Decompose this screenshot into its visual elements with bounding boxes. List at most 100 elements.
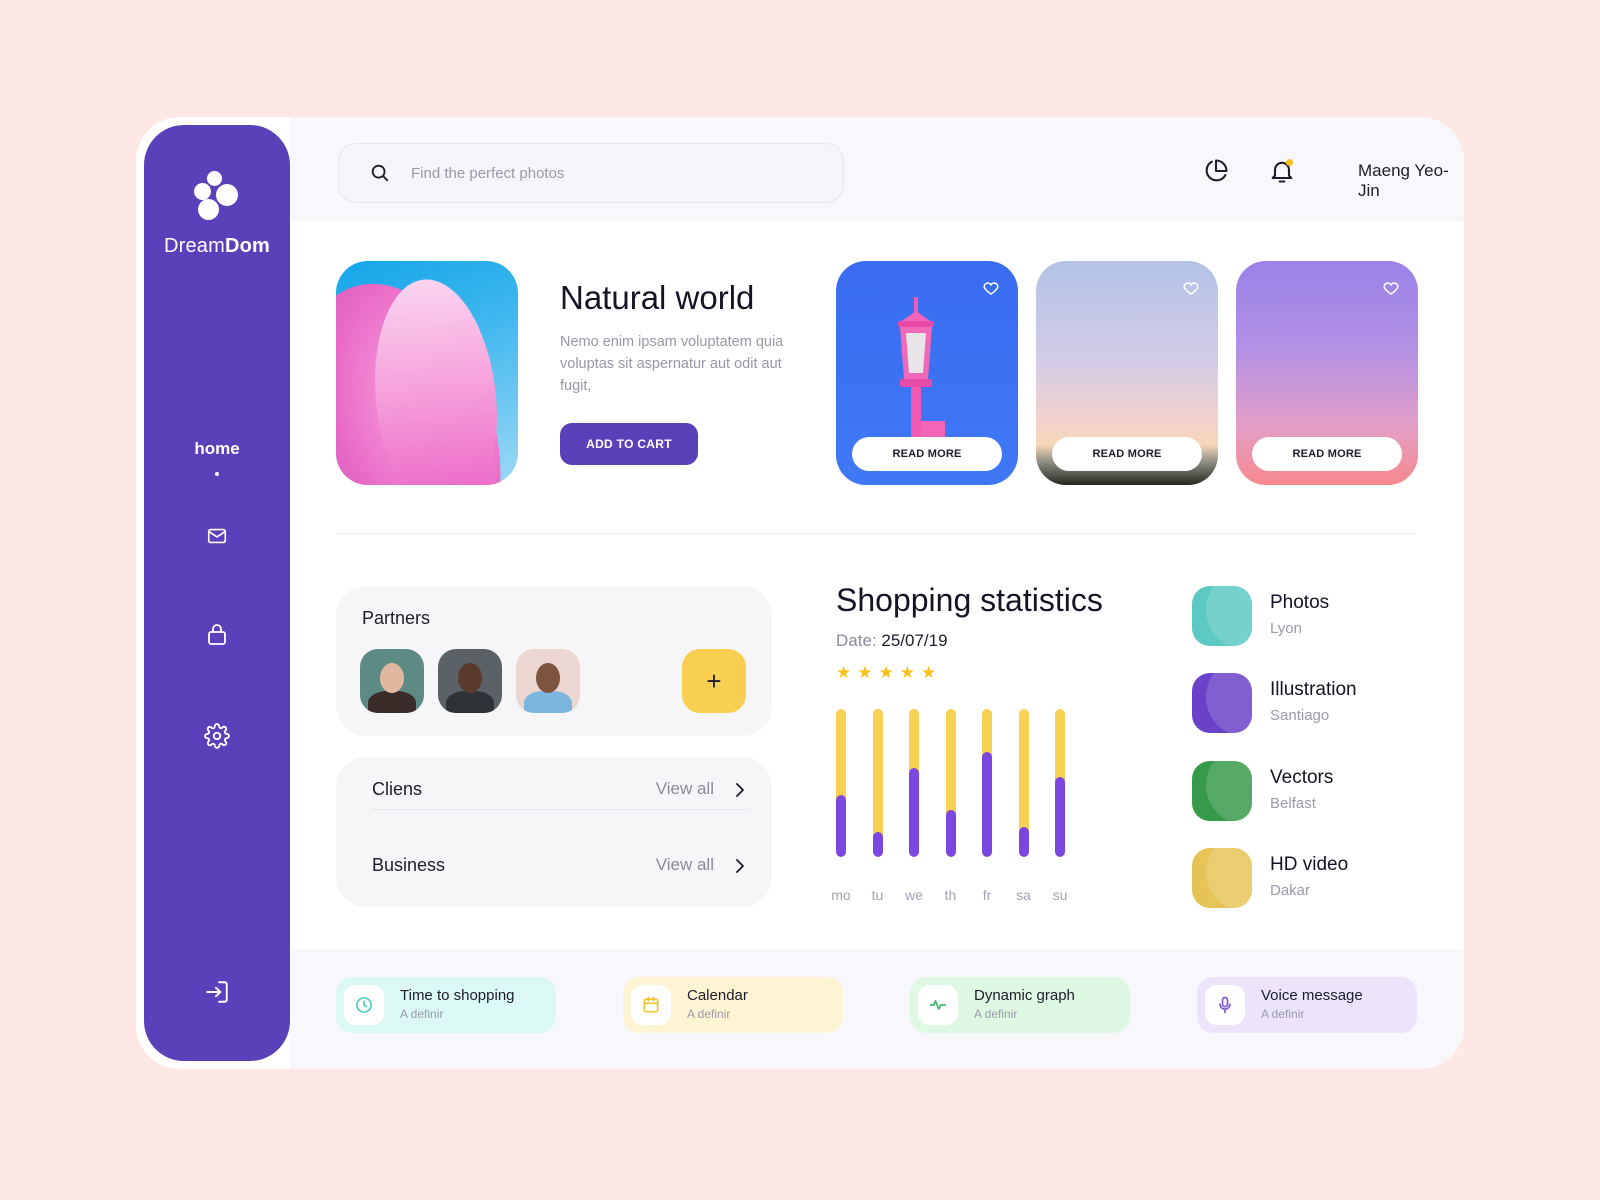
read-more-button[interactable]: READ MORE [852,437,1002,471]
category-title: Photos [1270,592,1330,613]
activity-icon [918,985,958,1025]
read-more-button[interactable]: READ MORE [1252,437,1402,471]
heart-icon[interactable] [982,279,1000,302]
bell-icon[interactable] [1268,157,1298,187]
notification-dot [1286,159,1293,166]
chart-day-label: sa [1016,887,1031,903]
category-subtitle: Belfast [1270,795,1316,812]
brand-logo-icon [194,171,244,221]
settings-icon[interactable] [202,721,232,751]
chart-bar-sa [1018,709,1029,857]
link-row-business[interactable]: Business View all [372,851,748,881]
category-title: HD video [1270,854,1349,875]
chart-day-label: we [905,887,923,903]
partners-panel: Partners + [336,586,772,736]
chart-day-label: su [1052,887,1068,903]
rating-stars: ★★★★★ [836,663,943,682]
chart-day-label: fr [982,887,992,903]
view-all-link[interactable]: View all [656,779,714,799]
chevron-right-icon[interactable] [732,857,748,880]
heart-icon[interactable] [1382,279,1400,302]
photo-card[interactable]: READ MORE [836,261,1018,485]
stats-date: Date: 25/07/19 [836,631,948,651]
chart-bar-we [909,709,919,857]
category-subtitle: Santiago [1270,707,1330,724]
category-swatch [1192,761,1252,821]
category-subtitle: Lyon [1270,620,1302,637]
chart-bar-fill [1018,827,1029,857]
active-indicator [215,472,219,476]
category-hd-video[interactable]: HD video Dakar [1192,848,1392,910]
chip-subtitle: A definir [1261,1007,1305,1021]
chip-dynamic-graph[interactable]: Dynamic graph A definir [910,977,1130,1033]
plus-icon: + [706,666,722,696]
chip-subtitle: A definir [687,1007,731,1021]
category-swatch [1192,673,1252,733]
chart-bar-fill [836,795,846,857]
category-vectors[interactable]: Vectors Belfast [1192,761,1392,823]
chart-bar-fill [982,752,992,857]
partner-avatar[interactable] [360,649,424,713]
category-photos[interactable]: Photos Lyon [1192,586,1392,648]
add-to-cart-button[interactable]: ADD TO CART [560,423,698,465]
partner-avatar[interactable] [438,649,502,713]
brand-name-bold: Dom [224,235,271,257]
feature-title: Natural world [560,279,755,316]
add-partner-button[interactable]: + [682,649,746,713]
link-label: Business [372,855,446,875]
chart-bar-mo [836,709,846,857]
chart-day-label: th [944,887,957,903]
chart-bar-fr [982,709,992,857]
chart-day-label: mo [831,887,851,903]
category-illustration[interactable]: Illustration Santiago [1192,673,1392,735]
calendar-icon [631,985,671,1025]
chip-title: Dynamic graph [974,987,1075,1004]
pie-chart-icon[interactable] [1202,157,1232,187]
chart-bar-fill [909,768,919,857]
view-all-link[interactable]: View all [656,855,714,875]
heart-icon[interactable] [1182,279,1200,302]
links-panel: Cliens View all Business View all [336,757,772,907]
links-divider [372,809,750,810]
feature-image[interactable] [336,261,518,485]
link-row-clients[interactable]: Cliens View all [372,775,748,805]
chart-bar-tu [872,709,883,857]
read-more-button[interactable]: READ MORE [1052,437,1202,471]
chip-title: Voice message [1261,987,1363,1004]
clock-icon [344,985,384,1025]
chip-title: Time to shopping [400,987,515,1004]
link-label: Cliens [372,779,423,799]
search-icon [369,162,391,189]
chart-bar-th [945,709,956,857]
search-input[interactable] [411,160,811,186]
logout-icon[interactable] [202,977,232,1007]
sidebar-item-home[interactable]: home [144,439,290,459]
user-name[interactable]: Maeng Yeo-Jin [1358,161,1464,201]
category-title: Vectors [1270,767,1334,788]
category-swatch [1192,586,1252,646]
partners-title: Partners [362,608,431,628]
chip-title: Calendar [687,987,748,1004]
microphone-icon [1205,985,1245,1025]
lock-icon[interactable] [202,619,232,649]
partner-avatar[interactable] [516,649,580,713]
chip-calendar[interactable]: Calendar A definir [623,977,843,1033]
chart-bar-fill [945,810,956,857]
chip-subtitle: A definir [400,1007,444,1021]
brand-name: DreamDom [144,235,290,258]
date-label: Date: [836,631,877,650]
chip-time-to-shopping[interactable]: Time to shopping A definir [336,977,556,1033]
category-title: Illustration [1270,679,1357,700]
app-window: DreamDom home Maeng Yeo [136,117,1464,1069]
chip-voice-message[interactable]: Voice message A definir [1197,977,1417,1033]
sidebar: DreamDom home [144,125,290,1061]
date-value: 25/07/19 [881,631,948,650]
weekly-bar-chart: mo tu we th fr sa su [826,709,1086,909]
top-bar: Maeng Yeo-Jin [290,117,1464,221]
chip-subtitle: A definir [974,1007,1018,1021]
chart-bar-fill [1055,777,1065,857]
chevron-right-icon[interactable] [732,781,748,804]
photo-card[interactable]: READ MORE [1036,261,1218,485]
photo-card[interactable]: READ MORE [1236,261,1418,485]
mail-icon[interactable] [202,521,232,551]
